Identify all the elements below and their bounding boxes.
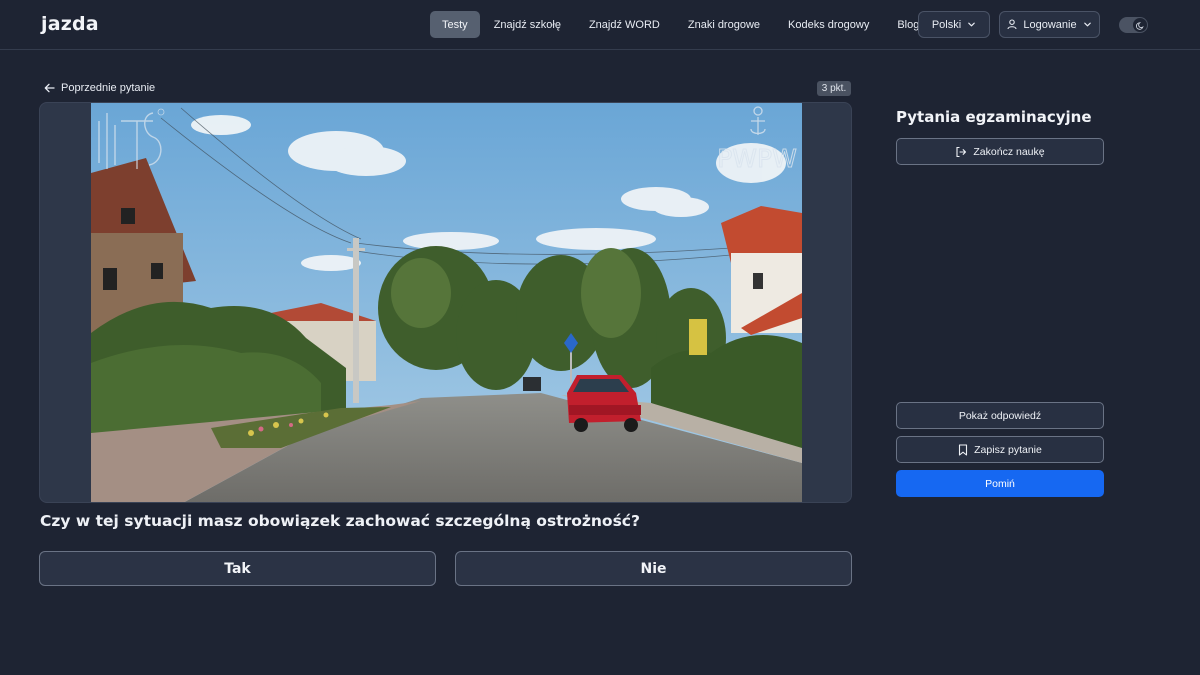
logout-icon [955, 146, 967, 158]
panel-title: Pytania egzaminacyjne [896, 108, 1092, 126]
main-nav: Testy Znajdź szkołę Znajdź WORD Znaki dr… [430, 11, 933, 38]
language-select[interactable]: Polski [918, 11, 990, 38]
logo-text: jazda [41, 13, 99, 35]
save-question-label: Zapisz pytanie [974, 443, 1042, 456]
chevron-down-icon [967, 20, 976, 29]
moon-icon [1135, 21, 1145, 30]
watermark-text: PWPW [717, 144, 797, 173]
navbar: jazda Testy Znajdź szkołę Znajdź WORD Zn… [0, 0, 1200, 50]
nav-link-road-signs[interactable]: Znaki drogowe [674, 11, 774, 38]
user-icon [1007, 19, 1017, 30]
points-badge: 3 pkt. [817, 81, 851, 96]
nav-link-road-code[interactable]: Kodeks drogowy [774, 11, 883, 38]
theme-knob [1133, 18, 1147, 32]
bookmark-icon [958, 443, 968, 456]
logo[interactable]: jazda [41, 11, 99, 37]
answer-yes-button[interactable]: Tak [39, 551, 436, 586]
answer-no-button[interactable]: Nie [455, 551, 852, 586]
nav-link-tests[interactable]: Testy [430, 11, 480, 38]
nav-link-find-word[interactable]: Znajdź WORD [575, 11, 674, 38]
end-study-button[interactable]: Zakończ naukę [896, 138, 1104, 165]
road-scene-image: PWPW [91, 103, 802, 502]
arrow-left-icon [44, 83, 55, 93]
save-question-button[interactable]: Zapisz pytanie [896, 436, 1104, 463]
theme-toggle[interactable] [1119, 17, 1148, 33]
previous-question-label: Poprzednie pytanie [61, 82, 156, 94]
end-study-label: Zakończ naukę [973, 145, 1045, 158]
login-button[interactable]: Logowanie [999, 11, 1100, 38]
chevron-down-icon [1083, 20, 1092, 29]
login-label: Logowanie [1023, 18, 1077, 31]
skip-button[interactable]: Pomiń [896, 470, 1104, 497]
language-label: Polski [931, 18, 962, 31]
show-answer-button[interactable]: Pokaż odpowiedź [896, 402, 1104, 429]
nav-link-find-school[interactable]: Znajdź szkołę [480, 11, 575, 38]
previous-question-link[interactable]: Poprzednie pytanie [44, 80, 155, 96]
question-media: PWPW [39, 102, 852, 503]
question-text: Czy w tej sytuacji masz obowiązek zachow… [40, 512, 640, 530]
